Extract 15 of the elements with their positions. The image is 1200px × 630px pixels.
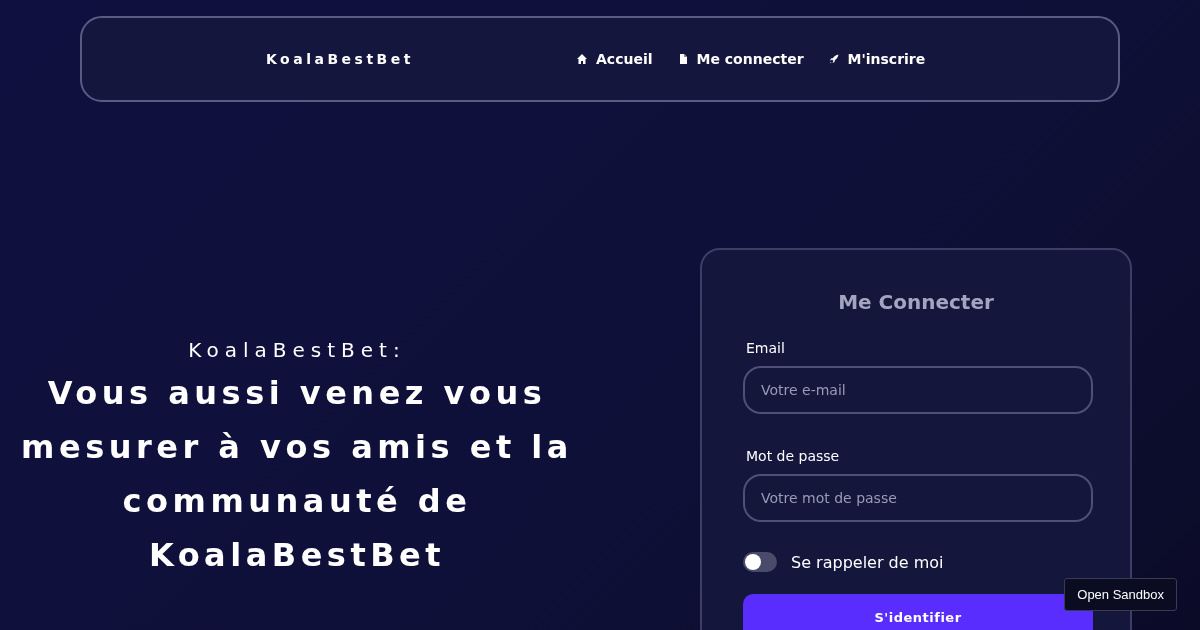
card-title: Me Connecter xyxy=(837,290,995,314)
nav-link[interactable]: Me connecter xyxy=(676,51,804,67)
hero-kicker: KoalaBestBet: xyxy=(188,338,406,362)
nav-link[interactable]: M'inscrire xyxy=(827,51,926,67)
open-sandbox-button[interactable]: Open Sandbox xyxy=(1064,578,1177,611)
remember-toggle[interactable] xyxy=(743,552,777,572)
field-label: Email xyxy=(746,340,786,356)
field-label: Mot de passe xyxy=(746,448,841,464)
input-field[interactable]: Votre e-mail xyxy=(743,366,1093,414)
hero-headline: Vous aussi venez vous mesurer à vos amis et la communauté de KoalaBestBet xyxy=(20,373,574,576)
brand-logo[interactable]: KoalaBestBet xyxy=(266,51,576,67)
nav-link[interactable]: Accueil xyxy=(576,51,653,67)
input-field[interactable]: Votre mot de passe xyxy=(743,474,1093,522)
home-icon xyxy=(576,53,588,65)
remember-label: Se rappeler de moi xyxy=(791,552,944,572)
